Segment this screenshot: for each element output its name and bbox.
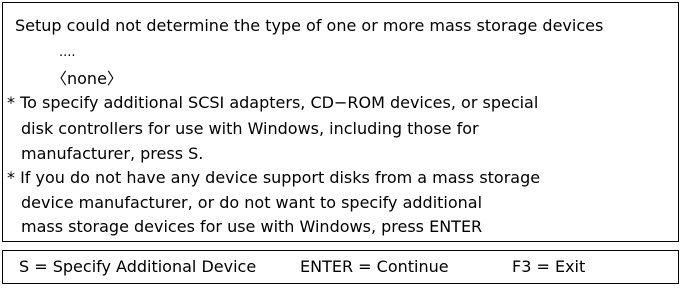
setup-heading: Setup could not determine the type of on…	[15, 16, 604, 35]
note-scsi-line2: disk controllers for use with Windows, i…	[21, 119, 479, 138]
note-enter-line2: device manufacturer, or do not want to s…	[21, 193, 483, 212]
continue-key[interactable]: ENTER = Continue	[300, 257, 449, 277]
status-bar: S = Specify Additional Device ENTER = Co…	[2, 250, 679, 284]
specify-device-key[interactable]: S = Specify Additional Device	[19, 257, 256, 277]
exit-key[interactable]: F3 = Exit	[512, 257, 585, 277]
note-scsi-line1: * To specify additional SCSI adapters, C…	[7, 93, 539, 112]
detected-devices-placeholder: ....	[59, 45, 76, 60]
note-enter-line1: * If you do not have any device support …	[7, 168, 541, 187]
device-list-none: 〈none〉	[51, 69, 123, 88]
note-enter-line3: mass storage devices for use with Window…	[21, 217, 483, 236]
note-scsi-line3: manufacturer, press S.	[21, 144, 204, 163]
setup-screen: Setup could not determine the type of on…	[0, 0, 682, 288]
setup-message-box: Setup could not determine the type of on…	[2, 2, 679, 242]
